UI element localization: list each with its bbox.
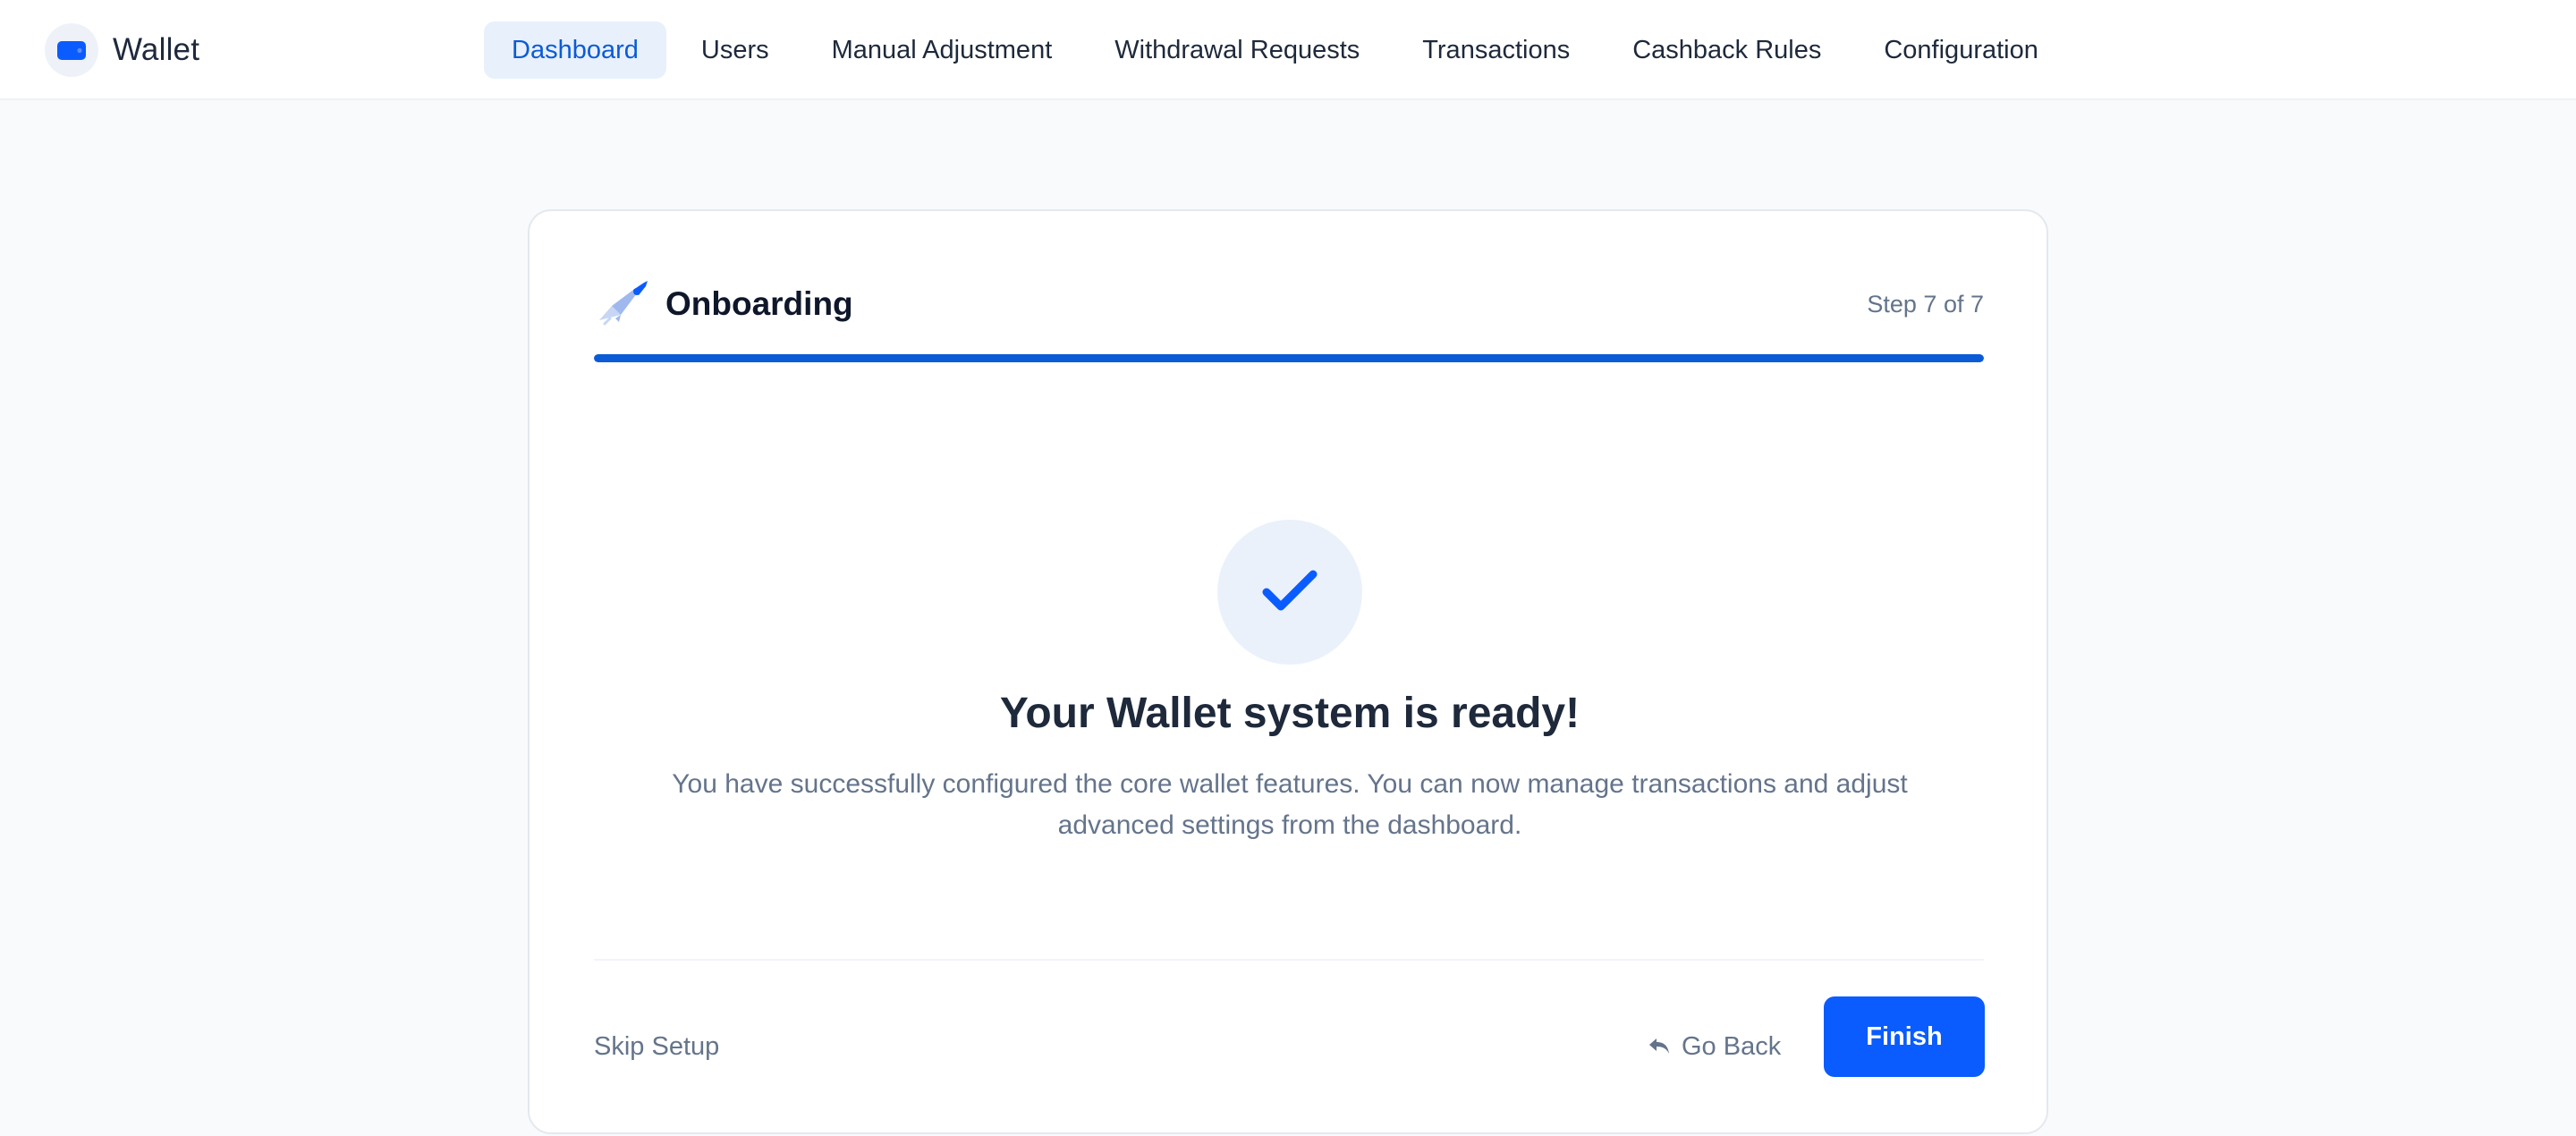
nav-item-manual-adjustment[interactable]: Manual Adjustment [804,21,1080,79]
nav-item-dashboard[interactable]: Dashboard [484,21,666,79]
go-back-label: Go Back [1682,1031,1782,1061]
top-navigation-bar: Wallet Dashboard Users Manual Adjustment… [0,0,2576,100]
rocket-icon [594,279,651,329]
wallet-icon [45,23,98,77]
main-nav: Dashboard Users Manual Adjustment Withdr… [484,21,2073,79]
progress-bar [594,354,1984,362]
nav-item-transactions[interactable]: Transactions [1394,21,1597,79]
card-title-group: Onboarding [594,279,853,329]
skip-setup-link[interactable]: Skip Setup [594,1020,719,1073]
app-name: Wallet [113,32,200,67]
brand[interactable]: Wallet [45,23,199,77]
nav-item-configuration[interactable]: Configuration [1856,21,2066,79]
card-title: Onboarding [665,285,853,322]
step-indicator: Step 7 of 7 [1867,290,1984,318]
success-badge [1217,520,1362,665]
progress-bar-fill [594,354,1984,362]
finish-button[interactable]: Finish [1824,996,1985,1077]
success-headline: Your Wallet system is ready! [999,690,1580,737]
go-back-button[interactable]: Go Back [1648,1020,1781,1073]
checkmark-icon [1261,567,1318,618]
reply-arrow-icon [1648,1036,1682,1057]
success-description: You have successfully configured the cor… [672,769,1908,840]
card-header: Onboarding Step 7 of 7 [594,276,1984,333]
footer-divider [594,959,1984,961]
nav-item-withdrawal-requests[interactable]: Withdrawal Requests [1087,21,1387,79]
nav-item-users[interactable]: Users [674,21,797,79]
nav-item-cashback-rules[interactable]: Cashback Rules [1605,21,1849,79]
onboarding-card: Onboarding Step 7 of 7 Your Wallet syste… [528,209,2048,1134]
